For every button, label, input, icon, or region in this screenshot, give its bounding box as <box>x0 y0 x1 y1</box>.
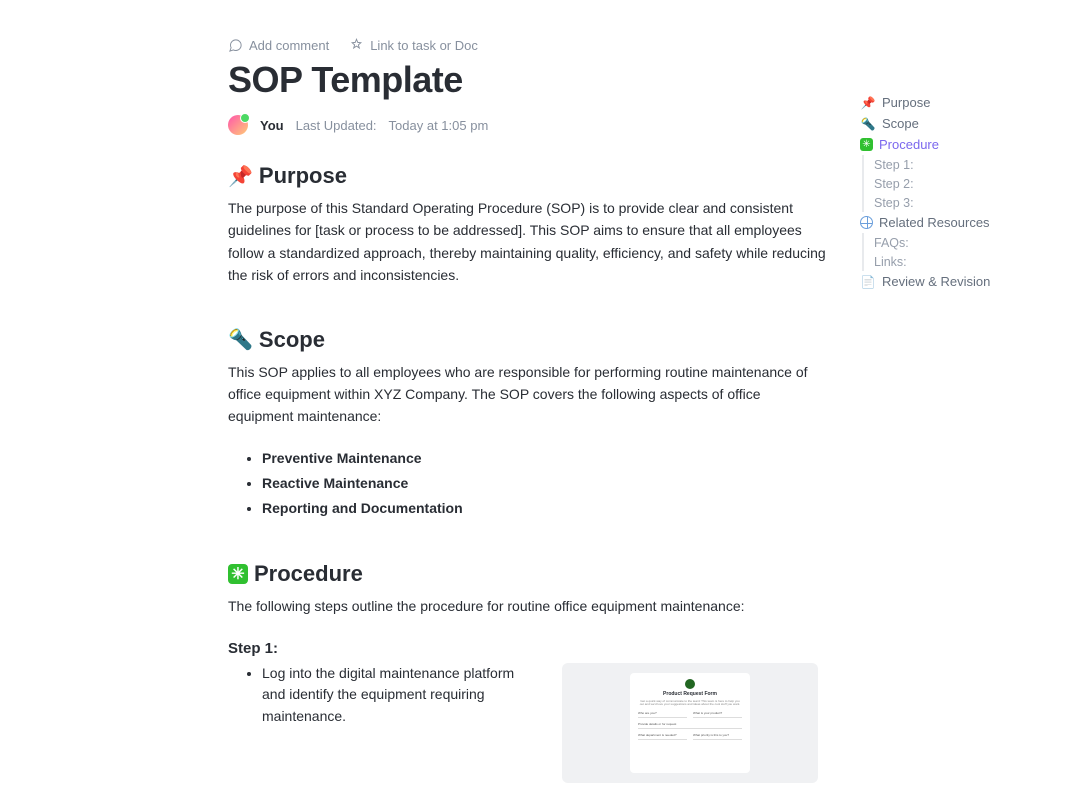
step-1-list: Log into the digital maintenance platfor… <box>262 663 522 728</box>
step-1-heading: Step 1: <box>228 640 828 657</box>
outline-item-links[interactable]: Links: <box>874 252 1040 271</box>
link-doc-button[interactable]: Link to task or Doc <box>349 38 478 53</box>
outline-label: Step 2: <box>874 177 914 191</box>
updated-label: Last Updated: <box>296 118 377 133</box>
list-item: Log into the digital maintenance platfor… <box>262 663 522 728</box>
pin-icon: 📌 <box>860 96 876 110</box>
procedure-heading: ✳ Procedure <box>228 561 828 587</box>
outline-item-step3[interactable]: Step 3: <box>874 193 1040 212</box>
comment-icon <box>228 38 243 53</box>
purpose-heading-text: Purpose <box>259 163 347 189</box>
form-card: Product Request Form Get a quick way of … <box>630 673 750 773</box>
link-icon <box>349 38 364 53</box>
add-comment-button[interactable]: Add comment <box>228 38 329 53</box>
pin-icon: 📌 <box>228 164 253 189</box>
outline-item-review[interactable]: 📄 Review & Revision <box>860 271 1040 292</box>
form-desc: Get a quick way of communicate to the te… <box>638 700 742 707</box>
outline-item-scope[interactable]: 🔦 Scope <box>860 113 1040 134</box>
outline-label: Purpose <box>882 95 930 110</box>
form-title: Product Request Form <box>663 691 717 697</box>
avatar[interactable] <box>228 115 248 135</box>
outline-label: Review & Revision <box>882 274 990 289</box>
outline-related-sub: FAQs: Links: <box>862 233 1040 271</box>
form-preview-image[interactable]: Product Request Form Get a quick way of … <box>562 663 818 783</box>
list-item: Reporting and Documentation <box>262 496 828 521</box>
scope-heading-text: Scope <box>259 327 325 353</box>
outline-procedure-steps: Step 1: Step 2: Step 3: <box>862 155 1040 212</box>
add-comment-label: Add comment <box>249 38 329 53</box>
flashlight-icon: 🔦 <box>860 117 876 131</box>
outline-label: Step 1: <box>874 158 914 172</box>
avatar-icon <box>685 679 695 689</box>
scope-body: This SOP applies to all employees who ar… <box>228 361 828 428</box>
link-doc-label: Link to task or Doc <box>370 38 478 53</box>
outline-label: Related Resources <box>879 215 990 230</box>
doc-meta: You Last Updated: Today at 1:05 pm <box>228 115 828 135</box>
asterisk-icon: ✳ <box>228 564 248 584</box>
procedure-body: The following steps outline the procedur… <box>228 595 828 617</box>
purpose-body: The purpose of this Standard Operating P… <box>228 197 828 287</box>
step-1-row: Log into the digital maintenance platfor… <box>228 663 828 783</box>
outline-label: Scope <box>882 116 919 131</box>
outline-item-faqs[interactable]: FAQs: <box>874 233 1040 252</box>
outline-item-step1[interactable]: Step 1: <box>874 155 1040 174</box>
scope-heading: 🔦 Scope <box>228 327 828 353</box>
outline-label: Procedure <box>879 137 939 152</box>
outline-item-step2[interactable]: Step 2: <box>874 174 1040 193</box>
flashlight-icon: 🔦 <box>228 327 253 352</box>
list-item: Preventive Maintenance <box>262 446 828 471</box>
outline-item-purpose[interactable]: 📌 Purpose <box>860 92 1040 113</box>
document-main: Add comment Link to task or Doc SOP Temp… <box>228 38 828 783</box>
scope-list: Preventive Maintenance Reactive Maintena… <box>262 446 828 522</box>
outline-label: Step 3: <box>874 196 914 210</box>
procedure-heading-text: Procedure <box>254 561 363 587</box>
author-label: You <box>260 118 284 133</box>
doc-toolbar: Add comment Link to task or Doc <box>228 38 828 53</box>
outline-sidebar: 📌 Purpose 🔦 Scope ✳ Procedure Step 1: St… <box>860 92 1040 292</box>
list-item: Reactive Maintenance <box>262 471 828 496</box>
asterisk-icon: ✳ <box>860 138 873 151</box>
purpose-heading: 📌 Purpose <box>228 163 828 189</box>
outline-item-procedure[interactable]: ✳ Procedure <box>860 134 1040 155</box>
globe-icon <box>860 216 873 229</box>
updated-value: Today at 1:05 pm <box>389 118 489 133</box>
outline-item-related[interactable]: Related Resources <box>860 212 1040 233</box>
document-icon: 📄 <box>860 275 876 289</box>
outline-label: Links: <box>874 255 907 269</box>
outline-label: FAQs: <box>874 236 909 250</box>
page-title: SOP Template <box>228 59 828 101</box>
